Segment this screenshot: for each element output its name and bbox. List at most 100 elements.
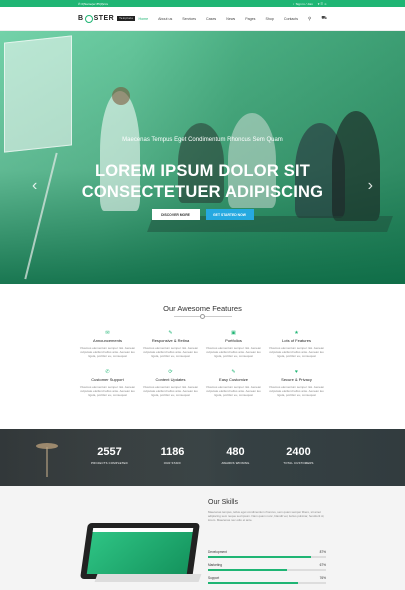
stats-bg-stool-leg	[46, 447, 48, 477]
stat-item: 1186 OUR STAFF	[141, 446, 204, 465]
skills-title: Our Skills	[208, 499, 238, 506]
feature-title: Secure & Privacy	[281, 376, 312, 382]
megaphone-icon: ✉	[105, 330, 110, 336]
skill-value: 76%	[319, 576, 326, 580]
skill-row: Support 76%	[208, 576, 326, 584]
features-title: Our Awesome Features	[163, 304, 242, 313]
skills-section: Our Skills Maecenas tempus, tellus eget …	[0, 486, 405, 590]
star-icon: ★	[294, 330, 299, 336]
feature-item: ▣ Portfolios Vivamus elementum semper nisi…	[202, 330, 265, 359]
skill-progress-fill	[208, 569, 288, 571]
nav-item-pages[interactable]: Pages	[245, 17, 255, 21]
nav-item-news[interactable]: News	[226, 17, 235, 21]
contact-info: ✆ 0(Name)er 85(0)ccs	[78, 1, 109, 6]
nav-item-home[interactable]: Home	[138, 17, 148, 21]
stat-label: AWARDS WINNING	[221, 461, 250, 465]
site-header: B STER Template Home About us Services C…	[0, 7, 405, 31]
feature-title: Portfolios	[225, 338, 242, 343]
feature-description: Vivamus elementum semper nisi. Aenean vu…	[205, 346, 262, 359]
stat-number: 2557	[97, 446, 122, 458]
phone-icon: ✆	[105, 368, 110, 375]
logo-text: STER	[93, 15, 115, 22]
feature-title: Content Updates	[155, 376, 186, 382]
skill-value: 87%	[319, 550, 326, 554]
stat-item: 2557 PROJECTS COMPLETED	[78, 446, 141, 465]
skill-progress-fill	[208, 582, 298, 584]
skill-progress-track	[208, 582, 326, 584]
feature-title: Lots of Features	[282, 338, 311, 343]
skill-label: Marketing	[208, 563, 222, 567]
nav-item-contacts[interactable]: Contacts	[284, 17, 298, 21]
top-bar: ✆ 0(Name)er 85(0)ccs ♀ Sign in / Join ♥ …	[0, 0, 405, 7]
tablet-stand	[94, 574, 202, 582]
skill-value: 67%	[319, 563, 326, 567]
divider-dot-icon	[200, 314, 205, 319]
stat-label: TOTAL CUSTOMERS	[283, 461, 314, 465]
hero-slider: ‹ › Maecenas Tempus Eget Condimentum Rho…	[0, 31, 405, 284]
stat-label: OUR STAFF	[163, 461, 182, 465]
stat-label: PROJECTS COMPLETED	[91, 461, 128, 465]
pencil-icon: ✎	[168, 330, 173, 336]
nav-item-shop[interactable]: Shop	[265, 17, 273, 21]
stat-number: 480	[226, 446, 245, 458]
stats-grid: 2557 PROJECTS COMPLETED 1186 OUR STAFF 480 AW…	[78, 446, 330, 465]
cart-icon[interactable]: ⛟	[321, 15, 327, 22]
logo-letter: B	[78, 15, 84, 22]
nav-item-about[interactable]: About us	[158, 17, 172, 21]
feature-description: Vivamus elementum semper nisi. Aenean vu…	[142, 384, 199, 398]
logo-tag: Template	[117, 16, 136, 21]
feature-item: ✎ Responsive & Retina Vivamus elementum se…	[139, 330, 202, 359]
signin-link[interactable]: ♀ Sign in / Join	[293, 2, 313, 6]
feature-title: Responsive & Retina	[151, 338, 190, 343]
feature-item: ♥ Secure & Privacy Vivamus elementum sempe…	[265, 369, 328, 398]
feature-item: ✆ Customer Support Vivamus elementum sempe…	[76, 369, 139, 398]
feature-item: ✎ Easy Customize Vivamus elementum semper …	[202, 369, 265, 398]
nav-item-cases[interactable]: Cases	[206, 17, 216, 21]
feature-description: Vivamus elementum semper nisi. Aenean vu…	[79, 384, 136, 398]
nav-item-services[interactable]: Services	[182, 17, 196, 21]
stat-number: 1186	[160, 446, 185, 458]
hero-title-line2: CONSECTETUER ADIPISCING	[81, 183, 324, 201]
hero-buttons: DISCOVER MORE GET STARTED NOW	[0, 209, 405, 220]
discover-more-button[interactable]: DISCOVER MORE	[151, 209, 200, 220]
stat-item: 480 AWARDS WINNING	[204, 446, 267, 465]
feature-item: ★ Lots of Features Vivamus elementum sempe…	[265, 330, 328, 359]
feature-description: Vivamus elementum semper nisi. Aenean vu…	[268, 384, 325, 398]
hero-photo-presenter-head	[112, 87, 130, 105]
hero-photo-whiteboard	[4, 35, 72, 153]
skill-row: Development 87%	[208, 550, 326, 558]
logo-ring-icon	[84, 14, 93, 23]
edit-icon: ✎	[231, 368, 236, 375]
search-icon[interactable]: ⚲	[308, 16, 311, 22]
skills-description: Maecenas tempus, tellus eget condimentum…	[208, 510, 325, 523]
feature-description: Vivamus elementum semper nisi. Aenean vu…	[79, 346, 136, 359]
skill-label: Support	[208, 576, 220, 580]
skill-row: Marketing 67%	[208, 563, 326, 571]
briefcase-icon: ▣	[231, 330, 236, 336]
features-grid: ✉ Announcements Vivamus elementum semper n…	[76, 330, 328, 397]
logo[interactable]: B STER Template	[78, 14, 136, 23]
hero-title-line1: LOREM IPSUM DOLOR SIT	[94, 162, 311, 180]
tablet-screen	[86, 528, 194, 574]
page: ✆ 0(Name)er 85(0)ccs ♀ Sign in / Join ♥ …	[0, 0, 405, 590]
stats-section: 2557 PROJECTS COMPLETED 1186 OUR STAFF 480 AW…	[0, 429, 405, 486]
heart-icon: ♥	[295, 368, 298, 375]
feature-item: ✉ Announcements Vivamus elementum semper n…	[76, 330, 139, 359]
skill-progress-track	[208, 569, 326, 571]
skill-label: Development	[208, 550, 227, 554]
feature-item: ⟳ Content Updates Vivamus elementum semper…	[139, 369, 202, 398]
main-nav: Home About us Services Cases News Pages …	[138, 15, 327, 22]
title-divider	[174, 314, 232, 319]
get-started-button[interactable]: GET STARTED NOW	[205, 209, 254, 220]
feature-title: Customer Support	[91, 376, 124, 382]
stat-item: 2400 TOTAL CUSTOMERS	[267, 446, 330, 465]
hero-subtitle: Maecenas Tempus Eget Condimentum Rhoncus…	[122, 137, 283, 143]
topbar-icons[interactable]: ♥ ☰ ☺	[318, 2, 327, 6]
feature-description: Vivamus elementum semper nisi. Aenean vu…	[142, 346, 199, 359]
skill-progress-fill	[208, 556, 311, 558]
feature-title: Easy Customize	[219, 376, 248, 382]
features-section: Our Awesome Features ✉ Announcements Vivam…	[0, 284, 405, 429]
tablet-image	[80, 523, 200, 579]
skill-progress-track	[208, 556, 326, 558]
feature-title: Announcements	[93, 338, 122, 343]
